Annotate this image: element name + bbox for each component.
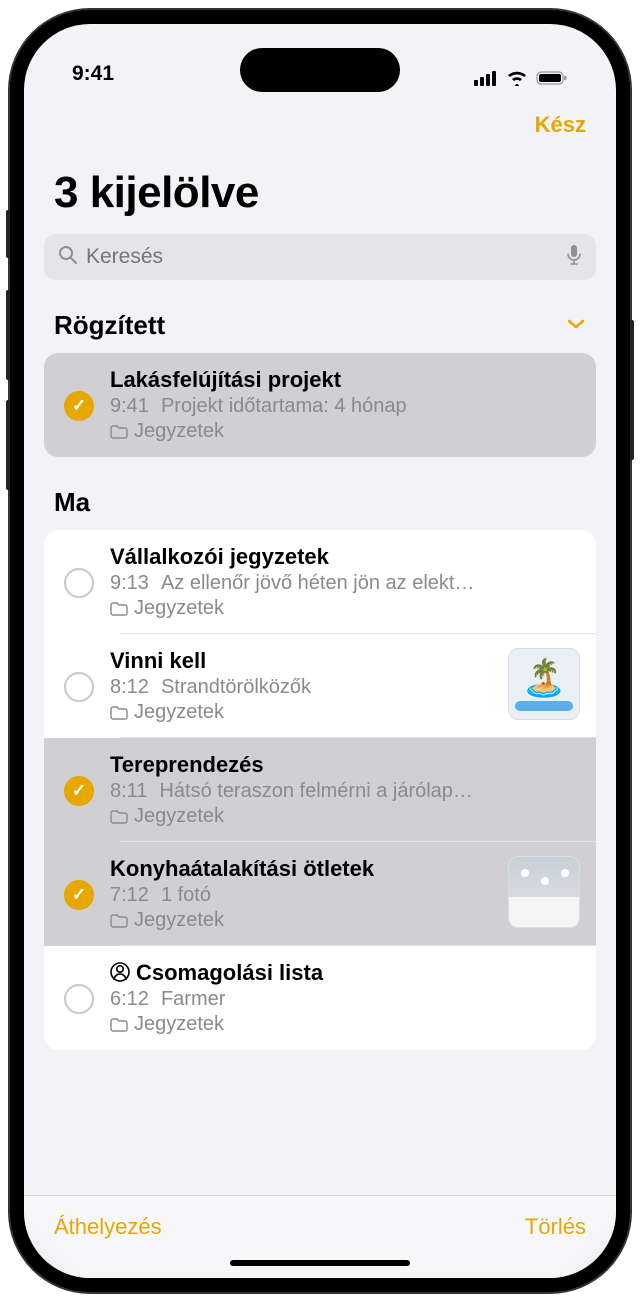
- volume-up-button: [6, 290, 10, 380]
- folder-icon: [110, 914, 128, 928]
- done-button[interactable]: Kész: [535, 112, 586, 138]
- note-row[interactable]: Csomagolási lista 6:12 Farmer Jegyzetek: [44, 946, 596, 1050]
- note-title: Vállalkozói jegyzetek: [110, 544, 580, 570]
- selection-checkbox[interactable]: [64, 984, 94, 1014]
- note-thumbnail: [508, 856, 580, 928]
- note-preview: Az ellenőr jövő héten jön az elekt…: [161, 572, 475, 595]
- note-row[interactable]: Lakásfelújítási projekt 9:41 Projekt idő…: [44, 353, 596, 457]
- note-row[interactable]: Vinni kell 8:12 Strandtörölközők Jegyzet…: [44, 634, 596, 738]
- note-preview: Hátsó teraszon felmérni a járólap…: [159, 780, 472, 803]
- note-time: 6:12: [110, 988, 149, 1011]
- note-time: 9:13: [110, 572, 149, 595]
- note-time: 9:41: [110, 395, 149, 418]
- note-time: 8:11: [110, 780, 147, 803]
- cellular-icon: [474, 70, 498, 86]
- search-input[interactable]: [86, 245, 558, 269]
- note-folder-label: Jegyzetek: [134, 597, 224, 620]
- note-preview: 1 fotó: [161, 884, 211, 907]
- note-folder-label: Jegyzetek: [134, 1013, 224, 1036]
- folder-icon: [110, 425, 128, 439]
- shared-icon: [110, 962, 130, 982]
- pinned-section-label: Rögzített: [54, 310, 165, 341]
- today-section-label: Ma: [54, 487, 90, 518]
- volume-down-button: [6, 400, 10, 490]
- search-icon: [58, 245, 78, 270]
- note-preview: Projekt időtartama: 4 hónap: [161, 395, 407, 418]
- pinned-section-header[interactable]: Rögzített: [24, 280, 616, 353]
- note-row[interactable]: Tereprendezés 8:11 Hátsó teraszon felmér…: [44, 738, 596, 842]
- note-thumbnail: [508, 648, 580, 720]
- selection-checkbox[interactable]: [64, 568, 94, 598]
- selection-checkbox[interactable]: [64, 672, 94, 702]
- note-row[interactable]: Vállalkozói jegyzetek 9:13 Az ellenőr jö…: [44, 530, 596, 634]
- note-row[interactable]: Konyhaátalakítási ötletek 7:12 1 fotó Je…: [44, 842, 596, 946]
- battery-icon: [536, 70, 568, 86]
- dynamic-island: [240, 48, 400, 92]
- note-title: Tereprendezés: [110, 752, 580, 778]
- home-indicator[interactable]: [230, 1260, 410, 1266]
- chevron-down-icon: [566, 317, 586, 335]
- page-title: 3 kijelölve: [24, 150, 616, 234]
- folder-icon: [110, 810, 128, 824]
- note-time: 7:12: [110, 884, 149, 907]
- today-section-header: Ma: [24, 457, 616, 530]
- wifi-icon: [506, 70, 528, 86]
- note-title: Konyhaátalakítási ötletek: [110, 856, 492, 882]
- note-time: 8:12: [110, 676, 149, 699]
- screen: 9:41 Kész 3 kijelölve: [24, 24, 616, 1278]
- power-button: [630, 320, 634, 460]
- microphone-icon[interactable]: [566, 244, 582, 271]
- status-time: 9:41: [72, 62, 114, 86]
- note-folder-label: Jegyzetek: [134, 420, 224, 443]
- selection-checkbox[interactable]: [64, 880, 94, 910]
- note-preview: Farmer: [161, 988, 225, 1011]
- search-field[interactable]: [44, 234, 596, 280]
- today-notes-group: Vállalkozói jegyzetek 9:13 Az ellenőr jö…: [44, 530, 596, 1050]
- note-folder-label: Jegyzetek: [134, 805, 224, 828]
- note-title: Csomagolási lista: [110, 960, 580, 986]
- phone-frame: 9:41 Kész 3 kijelölve: [10, 10, 630, 1292]
- note-preview: Strandtörölközők: [161, 676, 311, 699]
- move-button[interactable]: Áthelyezés: [54, 1214, 162, 1240]
- note-title: Vinni kell: [110, 648, 492, 674]
- folder-icon: [110, 1018, 128, 1032]
- selection-checkbox[interactable]: [64, 776, 94, 806]
- silent-switch: [6, 210, 10, 258]
- folder-icon: [110, 602, 128, 616]
- selection-checkbox[interactable]: [64, 391, 94, 421]
- folder-icon: [110, 706, 128, 720]
- delete-button[interactable]: Törlés: [525, 1214, 586, 1240]
- note-title: Lakásfelújítási projekt: [110, 367, 580, 393]
- note-folder-label: Jegyzetek: [134, 701, 224, 724]
- note-folder-label: Jegyzetek: [134, 909, 224, 932]
- pinned-notes-group: Lakásfelújítási projekt 9:41 Projekt idő…: [44, 353, 596, 457]
